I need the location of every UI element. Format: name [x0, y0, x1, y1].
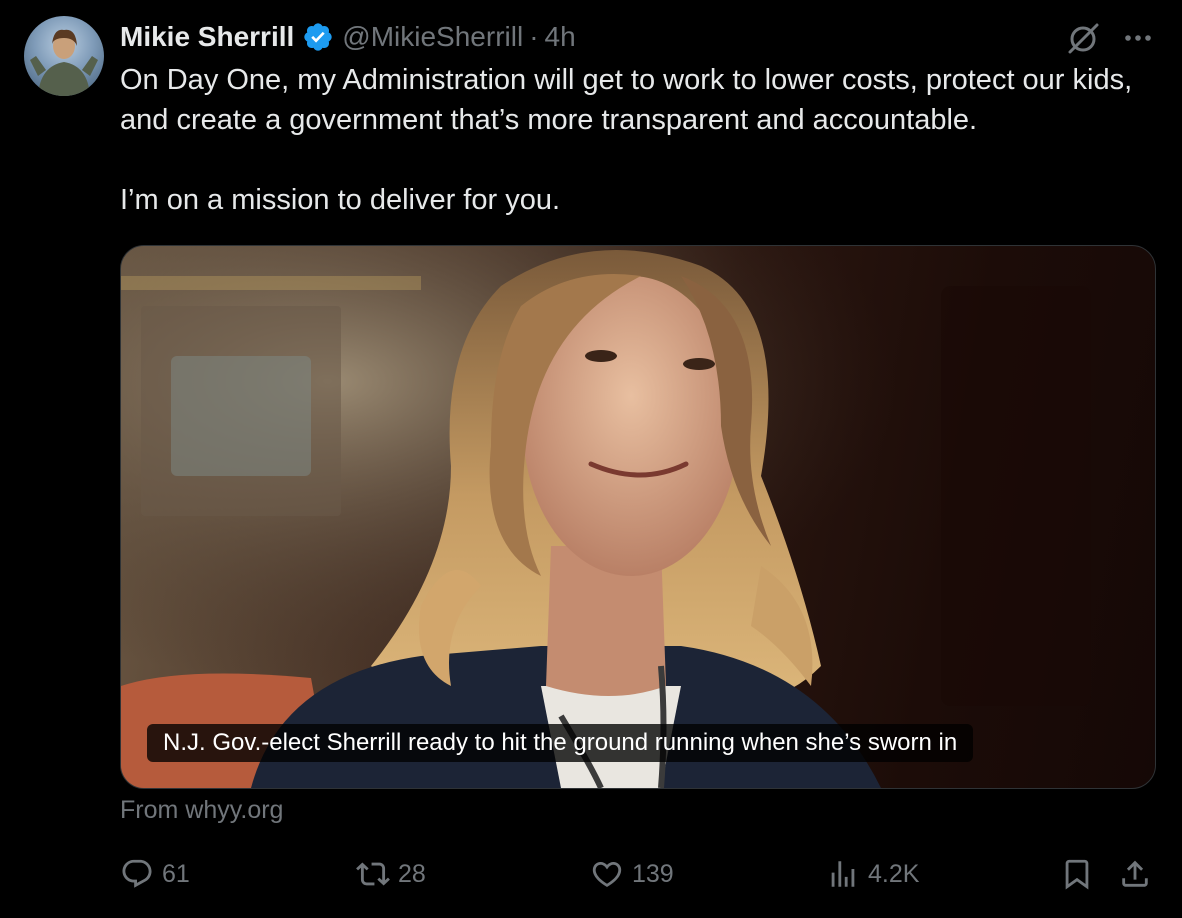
link-card[interactable]: N.J. Gov.-elect Sherrill ready to hit th… — [120, 245, 1156, 789]
action-bar: 61 28 139 4.2K — [120, 852, 1160, 896]
views-icon — [831, 861, 855, 887]
more-icon[interactable] — [1120, 24, 1156, 52]
bookmark-icon — [1065, 859, 1089, 890]
tweet-header: Mikie Sherrill @MikieSherrill · 4h — [120, 18, 576, 56]
tweet-paragraph-1: On Day One, my Administration will get t… — [120, 64, 1133, 136]
like-icon — [592, 861, 622, 887]
views-button[interactable]: 4.2K — [826, 852, 919, 896]
like-count: 139 — [632, 859, 674, 888]
reply-button[interactable]: 61 — [120, 852, 190, 896]
tweet-text: On Day One, my Administration will get t… — [120, 60, 1160, 220]
card-image — [121, 246, 1155, 788]
bookmark-button[interactable] — [1060, 852, 1094, 896]
author-name[interactable]: Mikie Sherrill — [120, 21, 294, 53]
views-count: 4.2K — [868, 859, 920, 888]
separator-dot: · — [529, 21, 539, 52]
grok-icon[interactable] — [1064, 20, 1102, 58]
repost-count: 28 — [398, 859, 426, 888]
reply-icon — [122, 859, 152, 888]
card-caption: N.J. Gov.-elect Sherrill ready to hit th… — [147, 724, 974, 762]
tweet-paragraph-2: I’m on a mission to deliver for you. — [120, 184, 561, 216]
card-source[interactable]: From whyy.org — [120, 796, 283, 825]
author-handle[interactable]: @MikieSherrill — [342, 21, 523, 53]
repost-button[interactable]: 28 — [356, 852, 426, 896]
avatar[interactable] — [24, 16, 104, 96]
post-time[interactable]: 4h — [545, 21, 576, 53]
verified-badge-icon[interactable] — [302, 21, 334, 53]
share-icon — [1122, 860, 1148, 887]
share-button[interactable] — [1118, 852, 1152, 896]
avatar-image — [30, 29, 98, 96]
reply-count: 61 — [162, 859, 190, 888]
repost-icon — [356, 862, 390, 886]
like-button[interactable]: 139 — [590, 852, 674, 896]
